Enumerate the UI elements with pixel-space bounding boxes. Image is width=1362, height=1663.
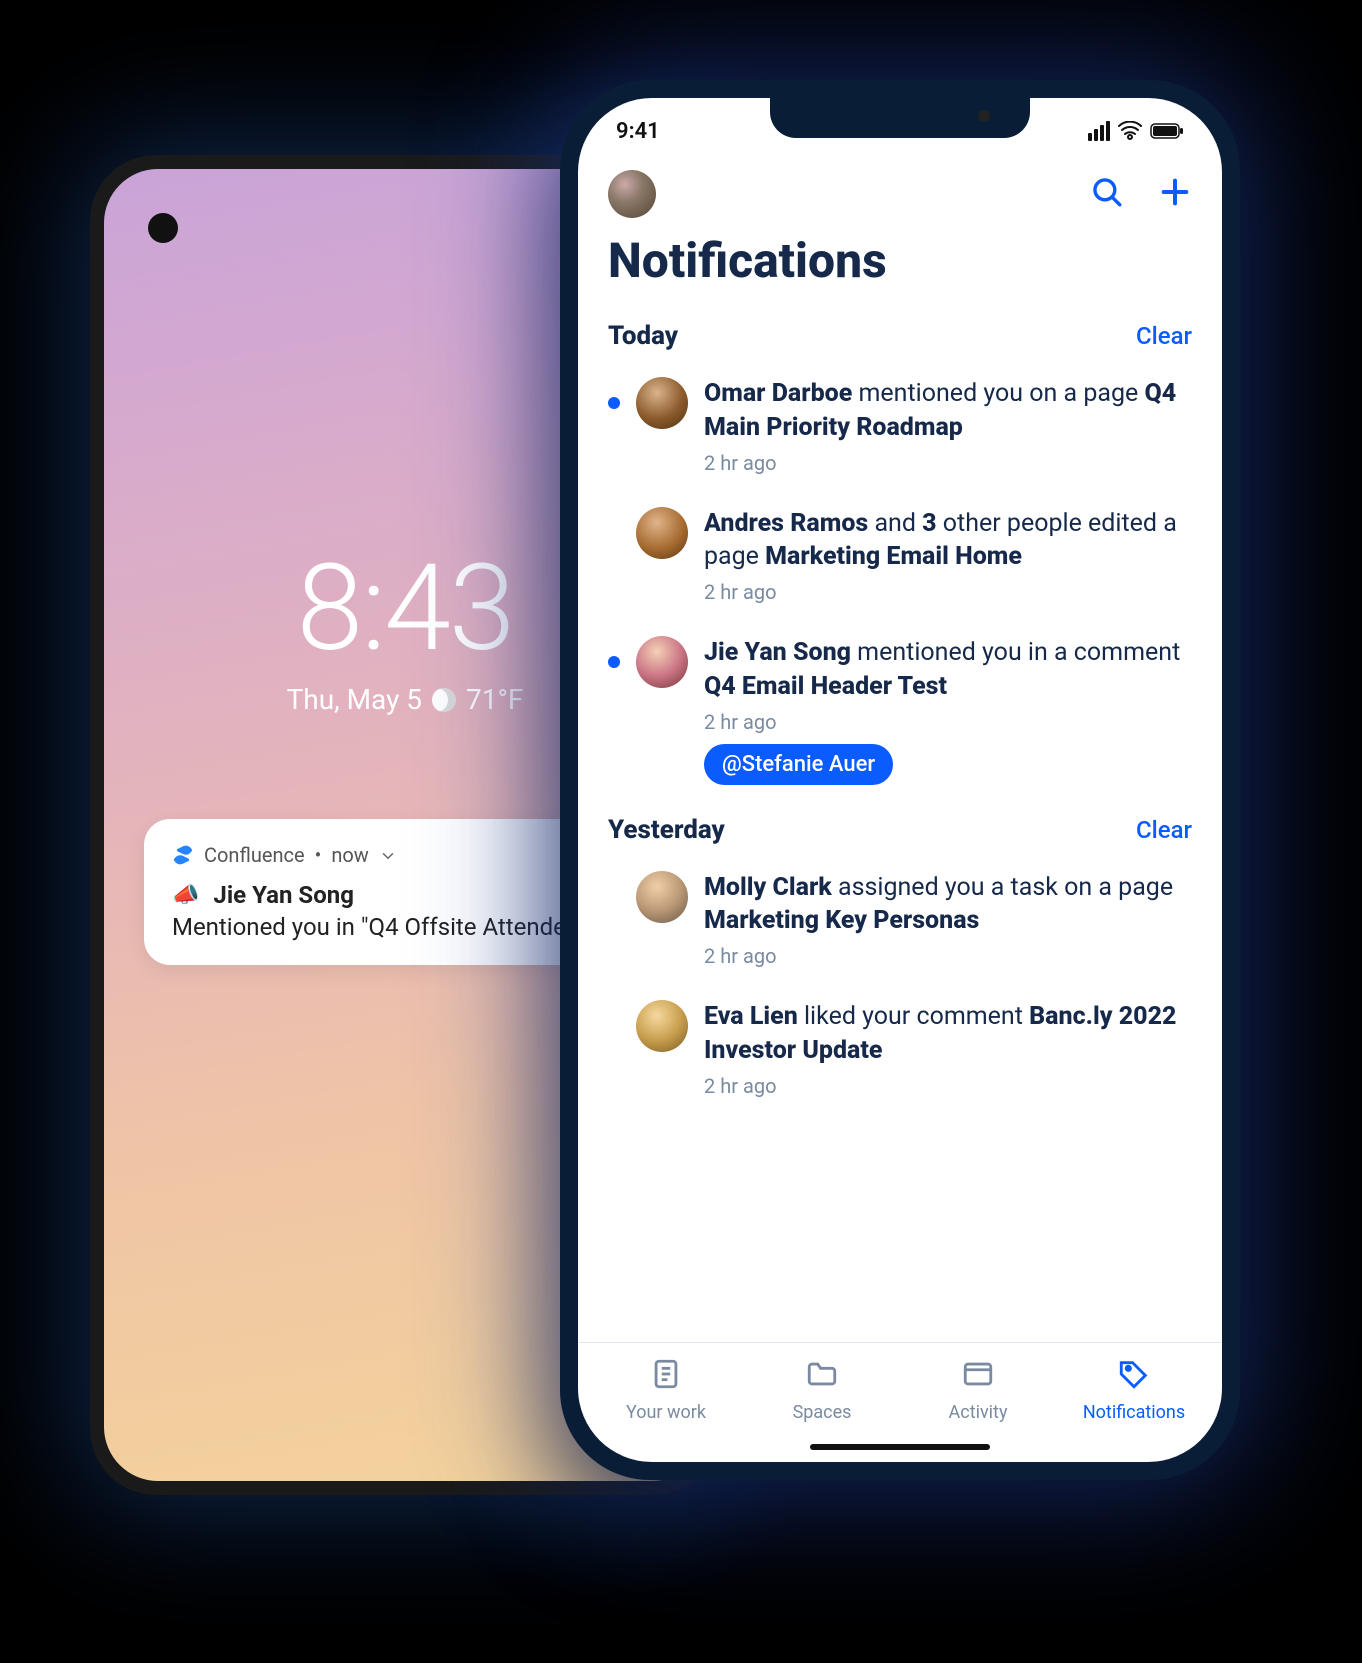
tab-notifications[interactable]: Notifications [1056, 1357, 1212, 1423]
notification-item[interactable]: Molly Clark assigned you a task on a pag… [608, 855, 1192, 985]
notification-meta: 2 hr ago [704, 451, 1192, 475]
profile-avatar[interactable] [608, 170, 656, 218]
notification-avatar [636, 636, 688, 688]
tab-label: Notifications [1083, 1402, 1185, 1423]
android-notif-sep: • [315, 843, 322, 867]
notification-body: Jie Yan Song mentioned you in a comment … [704, 636, 1192, 785]
battery-icon [1150, 123, 1184, 139]
android-notif-when: now [331, 843, 368, 867]
doc-icon [649, 1357, 683, 1396]
tab-spaces[interactable]: Spaces [744, 1357, 900, 1423]
group-title: Today [608, 321, 678, 351]
iphone-screen: 9:41 [578, 98, 1222, 1462]
android-notif-app: Confluence [204, 843, 305, 867]
wifi-icon [1118, 121, 1142, 141]
group-header: Today Clear [608, 321, 1192, 351]
chevron-down-icon[interactable] [379, 846, 397, 864]
notification-body: Andres Ramos and 3 other people edited a… [704, 507, 1192, 605]
notification-avatar [636, 871, 688, 923]
group-title: Yesterday [608, 815, 725, 845]
tag-icon [1117, 1357, 1151, 1396]
notification-text: Eva Lien liked your comment Banc.ly 2022… [704, 1000, 1192, 1068]
notification-text: Jie Yan Song mentioned you in a comment … [704, 636, 1192, 704]
home-indicator[interactable] [810, 1444, 990, 1450]
top-bar [578, 154, 1222, 226]
notification-item[interactable]: Jie Yan Song mentioned you in a comment … [608, 620, 1192, 801]
notification-body: Molly Clark assigned you a task on a pag… [704, 871, 1192, 969]
moon-icon [432, 688, 456, 712]
notification-item[interactable]: Eva Lien liked your comment Banc.ly 2022… [608, 984, 1192, 1114]
notification-item[interactable]: Andres Ramos and 3 other people edited a… [608, 491, 1192, 621]
notification-text: Molly Clark assigned you a task on a pag… [704, 871, 1192, 939]
tab-label: Activity [949, 1402, 1008, 1423]
window-icon [961, 1357, 995, 1396]
notification-body: Eva Lien liked your comment Banc.ly 2022… [704, 1000, 1192, 1098]
status-time: 9:41 [616, 119, 660, 144]
signal-icon [1088, 121, 1110, 141]
unread-dot-icon [608, 397, 620, 409]
mention-chip[interactable]: @Stefanie Auer [704, 744, 893, 785]
iphone-notch [770, 98, 1030, 138]
notification-avatar [636, 1000, 688, 1052]
iphone: 9:41 [560, 80, 1240, 1480]
notification-text: Omar Darboe mentioned you on a page Q4 M… [704, 377, 1192, 445]
lockscreen-date: Thu, May 5 [287, 683, 422, 716]
tab-bar: Your work Spaces Activity Notifications [578, 1342, 1222, 1462]
android-camera-punchhole [148, 213, 178, 243]
page-title: Notifications [578, 226, 1222, 307]
lockscreen-temp: 71°F [466, 683, 523, 716]
notification-body: Omar Darboe mentioned you on a page Q4 M… [704, 377, 1192, 475]
notification-item[interactable]: Omar Darboe mentioned you on a page Q4 M… [608, 361, 1192, 491]
add-button[interactable] [1158, 175, 1192, 213]
notification-text: Andres Ramos and 3 other people edited a… [704, 507, 1192, 575]
tab-activity[interactable]: Activity [900, 1357, 1056, 1423]
tab-your-work[interactable]: Your work [588, 1357, 744, 1423]
notifications-list[interactable]: Today Clear Omar Darboe mentioned you on a… [578, 307, 1222, 1342]
notification-meta: 2 hr ago [704, 710, 1192, 734]
tab-label: Your work [626, 1402, 706, 1423]
notification-avatar [636, 507, 688, 559]
unread-dot-icon [608, 656, 620, 668]
android-notif-actor: Jie Yan Song [213, 881, 354, 909]
clear-button[interactable]: Clear [1136, 322, 1192, 350]
folder-icon [805, 1357, 839, 1396]
search-button[interactable] [1090, 175, 1124, 213]
notification-meta: 2 hr ago [704, 580, 1192, 604]
clear-button[interactable]: Clear [1136, 816, 1192, 844]
megaphone-icon: 📣 [172, 883, 199, 908]
notification-meta: 2 hr ago [704, 1074, 1192, 1098]
tab-label: Spaces [793, 1402, 852, 1423]
notification-avatar [636, 377, 688, 429]
notification-meta: 2 hr ago [704, 944, 1192, 968]
group-header: Yesterday Clear [608, 815, 1192, 845]
confluence-icon [172, 844, 194, 866]
